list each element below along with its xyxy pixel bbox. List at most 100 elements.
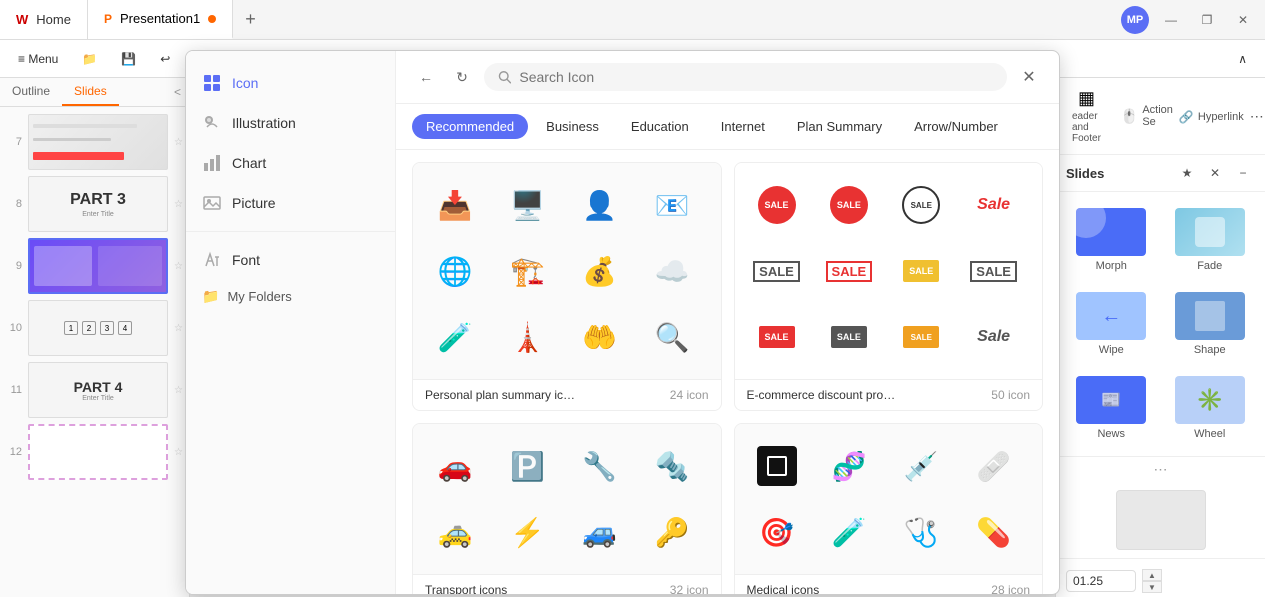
duration-row: ▲ ▼ [1066,569,1255,593]
minus-panel-btn[interactable]: − [1231,161,1255,185]
slide-view-tabs: Outline Slides < [0,78,189,107]
sidebar-item-font[interactable]: Font [186,240,395,280]
hyperlink-button[interactable]: 🔗 Hyperlink [1179,110,1244,124]
dialog-close-button[interactable]: ✕ [1015,63,1043,91]
close-panel-btn[interactable]: ✕ [1203,161,1227,185]
transition-news[interactable]: 📰 News [1066,370,1157,446]
sidebar-item-picture[interactable]: Picture [186,183,395,223]
slide-thumb-9[interactable] [28,238,168,294]
icon-cell: SALE [819,241,879,301]
dialog-header: ← ↻ ✕ [396,51,1059,104]
icon-cell: 📧 [642,175,702,235]
icon-pack-medical[interactable]: 🧬 💉 🩹 🎯 🧪 🩺 💊 Medical icons 28 icon [734,423,1044,594]
icon-dialog: Icon Illustration Chart [185,50,1060,595]
search-input[interactable] [519,69,993,85]
refresh-icon: ↻ [456,69,468,86]
sidebar-item-chart[interactable]: Chart [186,143,395,183]
duration-up-button[interactable]: ▲ [1142,569,1162,581]
icon-pack-personal-plan[interactable]: 📥 🖥️ 👤 📧 🌐 🏗️ 💰 ☁️ 🧪 🗼 🤲 🔍 [412,162,722,411]
icon-cell: 🎯 [747,502,807,562]
sidebar-item-illustration[interactable]: Illustration [186,103,395,143]
ecommerce-grid: SALE SALE SALE Sale SALE [735,163,1043,379]
picture-sidebar-icon [202,193,222,213]
slide-thumb-12[interactable] [28,424,168,480]
open-icon: 📁 [82,52,97,66]
blank-slide-thumb [1116,490,1206,550]
more-right-button[interactable]: ⋯ [1250,108,1264,125]
transition-wheel[interactable]: ✳️ Wheel [1165,370,1256,446]
wheel-label: Wheel [1194,428,1225,440]
slide-star-7: ☆ [174,137,183,148]
sidebar-font-label: Font [232,252,260,268]
save-button[interactable]: 💾 [111,48,146,70]
icon-pack-transport[interactable]: 🚗 🅿️ 🔧 🔩 🚕 ⚡ 🚙 🔑 Transport icons 32 icon [412,423,722,594]
refresh-button[interactable]: ↻ [448,63,476,91]
close-button[interactable]: ✕ [1229,6,1257,34]
close-icon: ✕ [1022,67,1035,87]
folder-icon: 📁 [202,288,219,305]
slide-thumb-8[interactable]: PART 3 Enter Title [28,176,168,232]
titlebar: W Home P Presentation1 + MP — ❐ ✕ [0,0,1265,40]
cat-tab-arrow-number[interactable]: Arrow/Number [900,114,1012,139]
icon-cell: ☁️ [642,241,702,301]
my-folders-item[interactable]: 📁 My Folders [186,280,395,313]
open-button[interactable]: 📁 [72,48,107,70]
transition-shape[interactable]: Shape [1165,286,1256,362]
undo-button[interactable]: ↩ [150,48,180,70]
slide-number-10: 10 [6,322,22,334]
slide-star-8: ☆ [174,199,183,210]
cat-tab-recommended[interactable]: Recommended [412,114,528,139]
tab-presentation[interactable]: P Presentation1 [88,0,233,39]
icon-cell: 🧬 [819,436,879,496]
tab-outline[interactable]: Outline [0,78,62,106]
action-icon: 🖱️ [1121,108,1138,125]
transition-morph[interactable]: Morph [1066,202,1157,278]
icon-cell: 🚕 [425,502,485,562]
maximize-button[interactable]: ❐ [1193,6,1221,34]
ecommerce-footer: E-commerce discount pro… 50 icon [735,379,1043,410]
tab-slides[interactable]: Slides [62,78,119,106]
icon-cell: 🔑 [642,502,702,562]
sidebar-item-icon[interactable]: Icon [186,63,395,103]
hyperlink-label: Hyperlink [1198,111,1244,123]
slide-thumb-7[interactable] [28,114,168,170]
slide-thumb-10[interactable]: 1 2 3 4 [28,300,168,356]
cat-tab-internet[interactable]: Internet [707,114,779,139]
shape-label: Shape [1194,344,1226,356]
transition-wipe[interactable]: ← Wipe [1066,286,1157,362]
action-se-button[interactable]: 🖱️ Action Se [1121,104,1173,128]
star-icon-btn[interactable]: ★ [1175,161,1199,185]
back-button[interactable]: ← [412,63,440,91]
right-panel: ▦ eader andFooter 🖱️ Action Se 🔗 Hyperli… [1055,78,1265,597]
new-tab-button[interactable]: + [233,0,268,39]
more-transitions-button[interactable]: ⋯ [1154,461,1168,478]
more-transitions-area: ⋯ [1056,456,1265,482]
icon-cell: 💰 [570,241,630,301]
collapse-icon: ∧ [1238,52,1247,66]
icon-cell: 🚗 [425,436,485,496]
transport-grid: 🚗 🅿️ 🔧 🔩 🚕 ⚡ 🚙 🔑 [413,424,721,574]
menu-button[interactable]: ≡ Menu [8,48,68,70]
collapse-ribbon-button[interactable]: ∧ [1228,48,1257,70]
icon-cell: 🤲 [570,307,630,367]
icon-pack-ecommerce[interactable]: SALE SALE SALE Sale SALE [734,162,1044,411]
cat-tab-education[interactable]: Education [617,114,703,139]
tab-home[interactable]: W Home [0,0,88,39]
fade-label: Fade [1197,260,1222,272]
font-sidebar-icon [202,250,222,270]
slide-star-10: ☆ [174,323,183,334]
icon-cell: SALE [747,307,807,367]
minimize-button[interactable]: — [1157,6,1185,34]
morph-thumb [1076,208,1146,256]
header-footer-button[interactable]: ▦ eader andFooter [1064,84,1109,148]
ecommerce-name: E-commerce discount pro… [747,388,896,402]
cat-tab-business[interactable]: Business [532,114,613,139]
icon-cell: 🏗️ [497,241,557,301]
slide-thumb-11[interactable]: PART 4 Enter Title [28,362,168,418]
transition-fade[interactable]: Fade [1165,202,1256,278]
duration-down-button[interactable]: ▼ [1142,581,1162,593]
user-avatar[interactable]: MP [1121,6,1149,34]
duration-input[interactable] [1066,570,1136,592]
slide-row-10: 10 1 2 3 4 ☆ [4,297,185,359]
cat-tab-plan-summary[interactable]: Plan Summary [783,114,896,139]
